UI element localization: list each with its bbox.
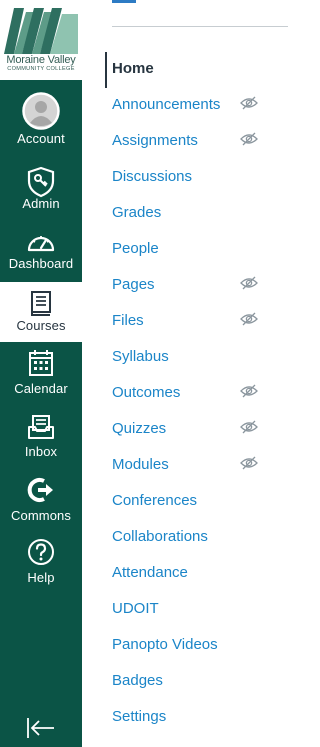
course-nav-label: Home — [112, 60, 154, 77]
course-nav-label: Panopto Videos — [112, 636, 218, 653]
eye-slash-icon — [240, 96, 258, 110]
global-nav-calendar[interactable]: Calendar — [0, 345, 82, 407]
eye-slash-icon — [240, 312, 258, 326]
global-nav-commons[interactable]: Commons — [0, 473, 82, 535]
header-divider — [112, 26, 288, 27]
college-logo-icon — [4, 8, 78, 54]
header-tab-indicator — [112, 0, 136, 3]
global-nav-dashboard-label: Dashboard — [8, 256, 74, 271]
global-nav-admin[interactable]: Admin — [0, 160, 82, 222]
global-nav-help[interactable]: Help — [0, 536, 82, 598]
global-navigation: Moraine Valley COMMUNITY COLLEGE Account… — [0, 0, 82, 747]
global-nav-courses[interactable]: Courses — [0, 282, 82, 342]
avatar-icon — [0, 92, 82, 130]
course-nav-label: People — [112, 240, 159, 257]
course-nav-label: Modules — [112, 456, 169, 473]
course-nav-label: Grades — [112, 204, 162, 221]
global-nav-calendar-label: Calendar — [14, 381, 68, 396]
course-nav-label: Announcements — [112, 96, 221, 113]
college-logo-link[interactable]: Moraine Valley COMMUNITY COLLEGE — [0, 0, 82, 80]
global-nav-commons-label: Commons — [11, 508, 71, 523]
course-nav-settings[interactable]: Settings — [112, 704, 282, 732]
help-circle-icon — [0, 538, 82, 574]
course-nav-badges[interactable]: Badges — [112, 668, 282, 696]
course-nav-label: Outcomes — [112, 384, 181, 401]
course-nav-collaborations[interactable]: Collaborations — [112, 524, 282, 552]
course-nav-quizzes[interactable]: Quizzes — [112, 416, 282, 444]
course-nav-udoit[interactable]: UDOIT — [112, 596, 282, 624]
course-nav-label: Quizzes — [112, 420, 167, 437]
course-nav-label: Pages — [112, 276, 155, 293]
global-nav-courses-label: Courses — [16, 318, 66, 333]
eye-slash-icon — [240, 276, 258, 290]
course-nav-label: Discussions — [112, 168, 193, 185]
course-nav-label: Assignments — [112, 132, 198, 149]
global-nav-inbox[interactable]: Inbox — [0, 410, 82, 472]
collapse-nav-icon — [27, 718, 54, 738]
course-nav-label: Conferences — [112, 492, 198, 509]
global-nav-admin-label: Admin — [22, 196, 60, 211]
course-nav-label: UDOIT — [112, 600, 159, 617]
course-nav-label: Badges — [112, 672, 163, 689]
logo-title: Moraine Valley — [6, 54, 76, 66]
course-nav-people[interactable]: People — [112, 236, 282, 264]
global-nav-account-label: Account — [17, 131, 65, 146]
collapse-nav-button[interactable] — [22, 715, 62, 741]
course-nav-modules[interactable]: Modules — [112, 452, 282, 480]
course-nav-outcomes[interactable]: Outcomes — [112, 380, 282, 408]
course-nav-label: Attendance — [112, 564, 188, 581]
course-nav-pages[interactable]: Pages — [112, 272, 282, 300]
course-nav-label: Collaborations — [112, 528, 208, 545]
calendar-icon — [0, 349, 82, 385]
course-nav-syllabus[interactable]: Syllabus — [112, 344, 282, 372]
active-item-indicator — [105, 52, 107, 88]
eye-slash-icon — [240, 384, 258, 398]
course-nav-label: Syllabus — [112, 348, 169, 365]
logo-subtitle: COMMUNITY COLLEGE — [7, 66, 75, 72]
global-nav-account[interactable]: Account — [0, 86, 82, 148]
eye-slash-icon — [240, 456, 258, 470]
course-nav-files[interactable]: Files — [112, 308, 282, 336]
course-nav-panopto-videos[interactable]: Panopto Videos — [112, 632, 282, 660]
course-nav-conferences[interactable]: Conferences — [112, 488, 282, 516]
course-nav-assignments[interactable]: Assignments — [112, 128, 282, 156]
eye-slash-icon — [240, 132, 258, 146]
eye-slash-icon — [240, 420, 258, 434]
course-nav-label: Settings — [112, 708, 167, 725]
global-nav-help-label: Help — [27, 570, 55, 585]
global-nav-inbox-label: Inbox — [24, 444, 58, 459]
course-nav-attendance[interactable]: Attendance — [112, 560, 282, 588]
course-nav-grades[interactable]: Grades — [112, 200, 282, 228]
global-nav-dashboard[interactable]: Dashboard — [0, 224, 82, 286]
course-nav-announcements[interactable]: Announcements — [112, 92, 282, 120]
course-nav-home[interactable]: Home — [112, 56, 282, 84]
course-nav-label: Files — [112, 312, 144, 329]
course-nav-discussions[interactable]: Discussions — [112, 164, 282, 192]
